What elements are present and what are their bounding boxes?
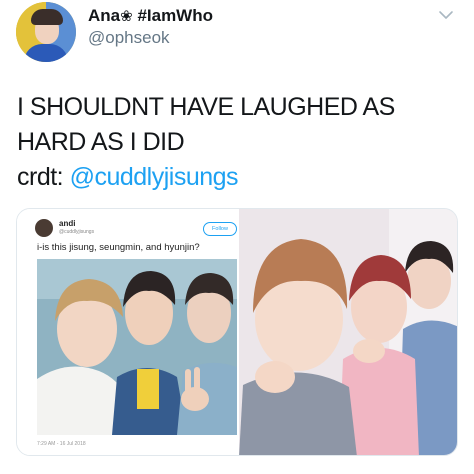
author-avatar[interactable] [16, 2, 76, 62]
author-display-name: Ana [88, 6, 121, 25]
tweet-line-2: HARD AS I DID [17, 128, 185, 156]
embedded-avatar [35, 219, 53, 237]
tweet-text: I SHOULDNT HAVE LAUGHED AS HARD AS I DID… [17, 90, 457, 195]
embedded-handle: @cuddlyjisungs [59, 229, 95, 235]
embedded-timestamp: 7:29 AM - 16 Jul 2018 [37, 441, 86, 447]
author-handle[interactable]: @ophseok [88, 28, 170, 48]
embedded-follow-button: Follow [203, 222, 237, 236]
credit-mention-link[interactable]: @cuddlyjisungs [70, 163, 239, 191]
flower-emoji: ❀ [120, 8, 133, 25]
embedded-tweet-screenshot[interactable]: andi @cuddlyjisungs Follow i-is this jis… [17, 209, 237, 455]
tweet-media[interactable]: andi @cuddlyjisungs Follow i-is this jis… [16, 208, 458, 456]
embedded-tweet-text: i-is this jisung, seungmin, and hyunjin? [37, 242, 200, 253]
embedded-photo [37, 259, 237, 435]
group-selfie-photo[interactable] [239, 209, 457, 455]
tweet-line-1: I SHOULDNT HAVE LAUGHED AS [17, 93, 395, 121]
chevron-down-icon[interactable] [438, 10, 454, 20]
tweet-credit-line: crdt: @cuddlyjisungs [17, 160, 457, 195]
author-name-row[interactable]: Ana❀ #IamWho [88, 6, 213, 26]
author-hashtag: #IamWho [137, 6, 213, 25]
embedded-display-name: andi [59, 219, 76, 228]
credit-prefix: crdt: [17, 163, 70, 191]
